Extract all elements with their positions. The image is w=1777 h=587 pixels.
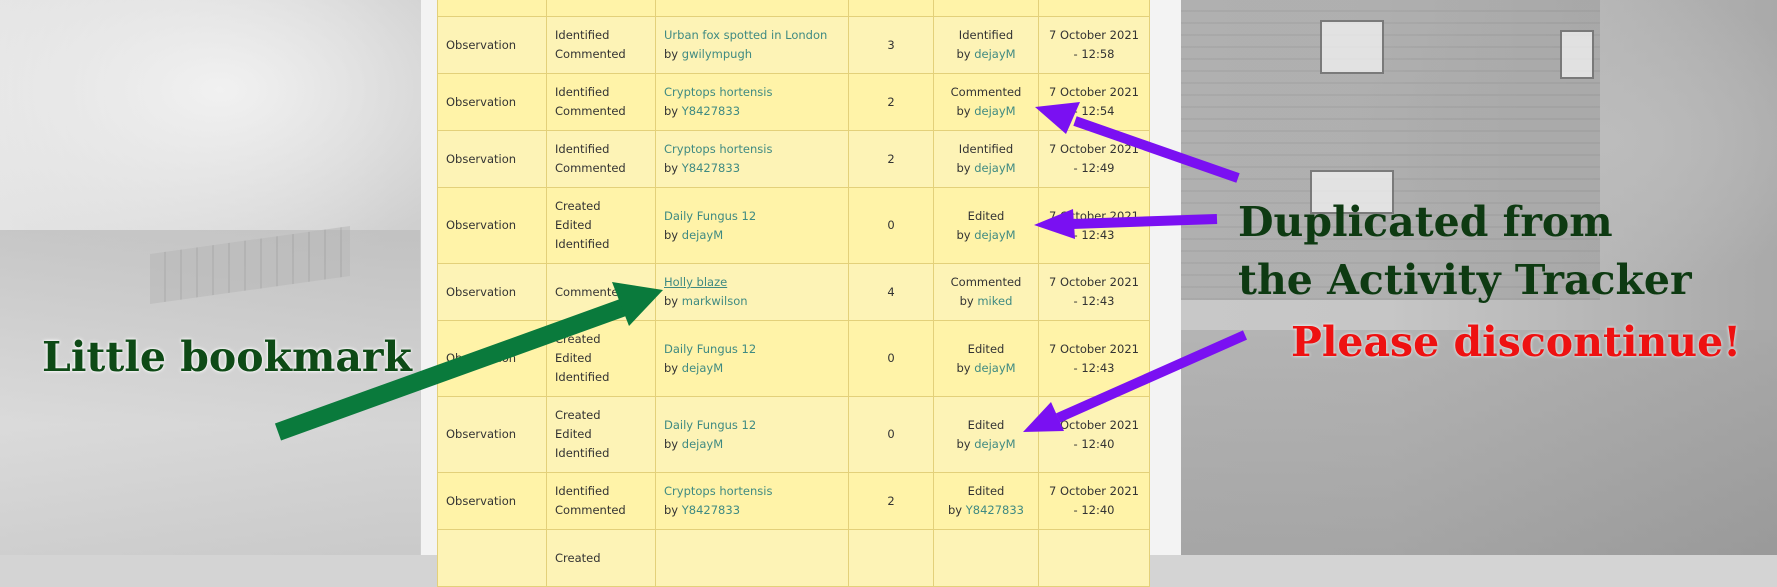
duplicated-annotation-line1: Duplicated from (1238, 198, 1613, 246)
bookmark-annotation: Little bookmark (42, 333, 412, 381)
duplicate-arrow-3 (1023, 330, 1248, 432)
duplicate-arrow-2 (1034, 209, 1218, 239)
discontinue-annotation: Please discontinue! (1291, 318, 1742, 366)
duplicate-arrow-1 (1035, 102, 1240, 183)
duplicated-annotation-line2: the Activity Tracker (1238, 256, 1692, 304)
